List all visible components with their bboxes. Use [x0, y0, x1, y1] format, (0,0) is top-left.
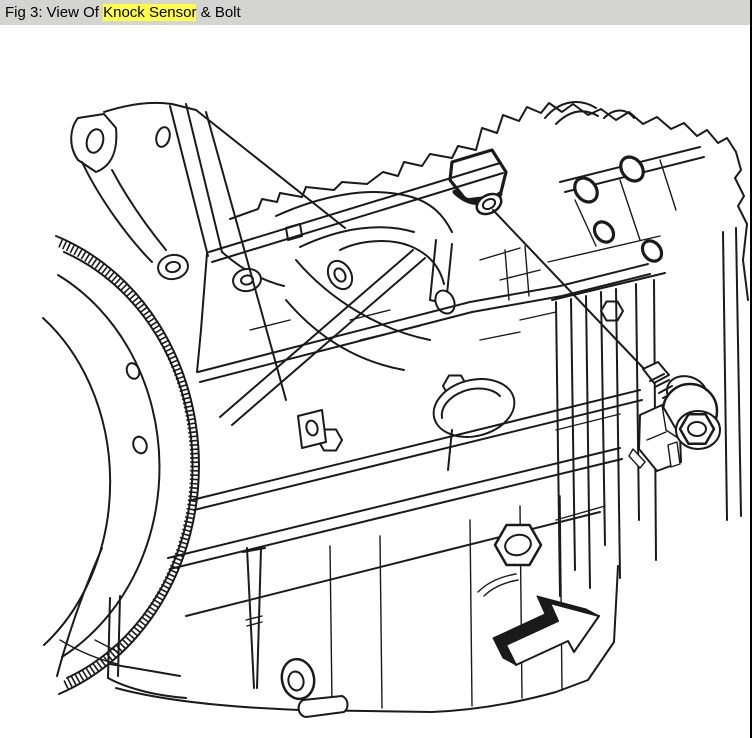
dipstick-tube: [243, 548, 265, 688]
knock-sensor: [629, 376, 720, 471]
ring-gear-teeth: [60, 243, 195, 686]
content-border: [750, 0, 752, 738]
flexplate-hole: [131, 435, 149, 455]
flexplate-edge: [43, 318, 110, 645]
bracket-boss: [156, 253, 190, 282]
bracket-wedge-edge: [196, 110, 345, 228]
bracket-wedge-edge: [206, 112, 286, 400]
hex-bolt: [601, 302, 623, 321]
figure-illustration: [0, 0, 755, 738]
bolt-hole: [639, 237, 666, 265]
bracket-boss: [231, 267, 262, 294]
ring-gear-outer-rim: [56, 236, 199, 694]
oil-pan: [60, 448, 622, 717]
flexplate-hole: [125, 361, 142, 380]
sensor-hex-nut: [680, 414, 714, 443]
ring-gear-inner-rim: [64, 252, 193, 678]
flywheel-ring-gear: [43, 236, 199, 694]
drain-boss: [278, 656, 318, 702]
knock-sensor-leader-line: [493, 210, 648, 373]
knock-sensor-assembly: [493, 210, 720, 471]
bracket-hole: [154, 126, 172, 149]
drain-plug-hex: [495, 525, 541, 565]
direction-arrow-icon: [493, 596, 599, 665]
mount-tab: [298, 410, 326, 448]
pan-strip: [299, 696, 348, 717]
